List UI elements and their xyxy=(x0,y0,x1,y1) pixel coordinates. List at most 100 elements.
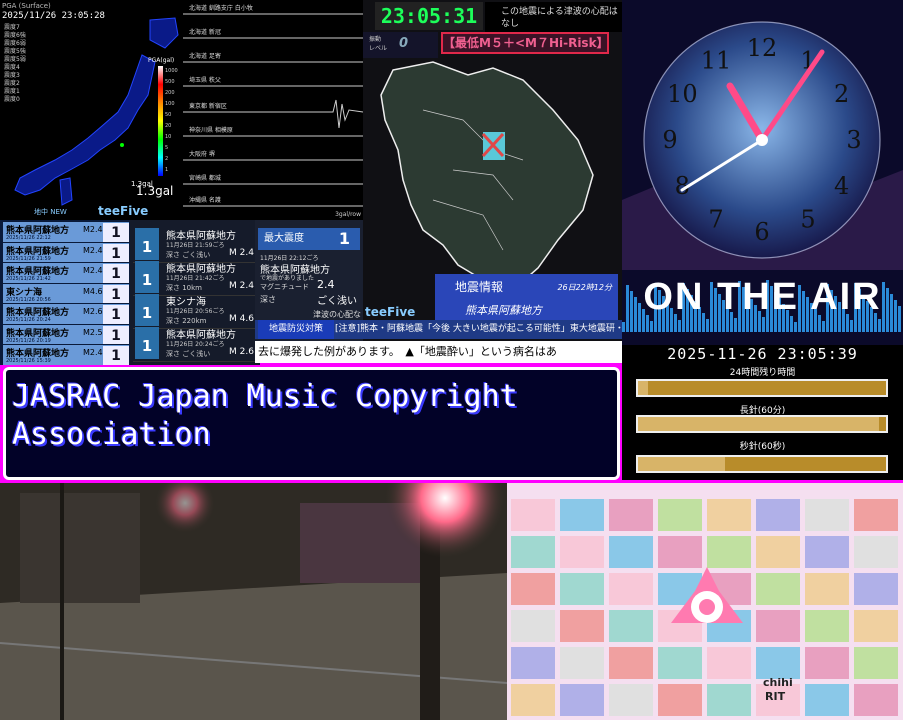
thumbnail-tile[interactable] xyxy=(805,499,849,531)
ticker-line-1: [注意]熊本・阿蘇地震「今後 大きい地震が起こる可能性」東大地震研・笠原教授 xyxy=(335,324,622,334)
equalizer-bar xyxy=(822,321,825,332)
station-label: 埼玉県 秩父 xyxy=(189,77,221,84)
progress-datetime: 2025-11-26 23:05:39 xyxy=(667,345,858,363)
detail-shindo: 1 xyxy=(135,327,159,359)
clock-numeral: 6 xyxy=(754,218,769,246)
max-shindo-sub: で地震がありました xyxy=(260,275,315,282)
earthquake-shindo: 1 xyxy=(103,284,129,305)
max-shindo-value: 1 xyxy=(338,229,350,248)
thumbnail-tile[interactable] xyxy=(756,573,800,605)
pga-scale-tick: 500 xyxy=(165,79,175,85)
kyushu-map-panel: 23:05:31 この地震による津波の心配はなし 振動 レベル 0 【最低M５＋… xyxy=(363,0,622,345)
earthquake-mag: M4.6 xyxy=(83,286,103,296)
thumbnail-tile[interactable] xyxy=(756,499,800,531)
on-air-label: ON THE AIR xyxy=(643,276,882,318)
thumbnail-tile[interactable] xyxy=(805,610,849,642)
thumbnail-tile[interactable] xyxy=(560,536,604,568)
thumbnail-tile[interactable] xyxy=(511,536,555,568)
clock-numeral: 7 xyxy=(708,206,723,234)
thumbnail-tile[interactable] xyxy=(609,647,653,679)
thumbnail-tile[interactable] xyxy=(609,499,653,531)
thumbnail-tile[interactable] xyxy=(609,610,653,642)
pga-map-panel: PGA (Surface) 2025/11/26 23:05:28 震度7 震度6… xyxy=(0,0,183,220)
earthquake-mag: M2.4 xyxy=(83,225,103,234)
thumbnail-tile[interactable] xyxy=(707,684,751,716)
thumbnail-tile[interactable] xyxy=(658,684,702,716)
thumbnail-tile[interactable] xyxy=(560,647,604,679)
thumbnail-tile[interactable] xyxy=(560,610,604,642)
max-shindo-header: 最大震度 1 xyxy=(258,228,360,250)
thumbnail-tile[interactable] xyxy=(560,499,604,531)
thumbnail-tile[interactable] xyxy=(511,610,555,642)
clock-numeral: 3 xyxy=(846,126,861,154)
thumbnail-tile[interactable] xyxy=(511,647,555,679)
progress-fill xyxy=(638,457,725,471)
thumbnail-tile[interactable] xyxy=(854,684,898,716)
clock-numeral: 4 xyxy=(834,172,849,200)
jasrac-line-1: JASRAC Japan Music Copyright xyxy=(12,379,518,414)
thumbnail-tile[interactable] xyxy=(805,684,849,716)
pga-scale-tick: 100 xyxy=(165,101,175,107)
earthquake-shindo: 1 xyxy=(103,243,129,264)
thumbnail-tile[interactable] xyxy=(609,684,653,716)
thumbnail-tile[interactable] xyxy=(609,536,653,568)
seismograph-footer: 3gal/row xyxy=(335,211,361,218)
thumbnail-tile[interactable] xyxy=(854,647,898,679)
station-label: 沖縄県 名護 xyxy=(189,197,221,204)
thumbnail-tile[interactable] xyxy=(511,684,555,716)
progress-fill xyxy=(638,417,879,431)
pga-scale-tick: 5 xyxy=(165,145,169,151)
info-title: 地震情報 xyxy=(455,280,504,294)
earthquake-mag: M2.5 xyxy=(83,327,103,337)
earthquake-date: 2025/11/26 20:56 xyxy=(6,296,51,303)
thumbnail-tile[interactable] xyxy=(511,499,555,531)
thumbnail-tile[interactable] xyxy=(805,573,849,605)
news-ticker-top: 地震防災対策 [注意]熊本・阿蘇地震「今後 大きい地震が起こる可能性」東大地震研… xyxy=(255,320,622,339)
progress-fill xyxy=(638,381,648,395)
detail-mag: M 2.6 xyxy=(229,347,254,357)
earthquake-list-row[interactable]: 熊本県阿蘇地方 2025/11/26 15:39 M2.4 1 xyxy=(2,344,130,365)
thumbnail-tile[interactable] xyxy=(511,573,555,605)
thumbnail-tile[interactable] xyxy=(609,573,653,605)
pga-scale-ticks: 1000 500 200 100 50 20 10 5 2 1 xyxy=(165,66,178,176)
progress-bar xyxy=(636,379,888,397)
detail-shindo: 1 xyxy=(135,294,159,326)
thumbnail-tile[interactable] xyxy=(756,536,800,568)
pga-value: 1.3gal xyxy=(136,184,174,198)
thumbnail-tile[interactable] xyxy=(756,610,800,642)
detail-time: 11月26日 21:59ごろ xyxy=(166,242,225,249)
pga-scale-tick: 1000 xyxy=(165,68,178,74)
street-scene xyxy=(0,483,507,720)
earthquake-shindo: 1 xyxy=(103,325,129,346)
thumbnail-tile[interactable] xyxy=(805,536,849,568)
equalizer-bar xyxy=(794,322,797,332)
clock-numeral: 5 xyxy=(800,206,815,234)
equalizer-bar xyxy=(706,319,709,332)
earthquake-detail-card[interactable]: 1 熊本県阿蘇地方 11月26日 20:24ごろ 深さ ごく浅い M 2.6 xyxy=(133,323,258,362)
thumbnail-tile[interactable] xyxy=(707,499,751,531)
earthquake-date: 2025/11/26 20:19 xyxy=(6,337,51,344)
thumbnail-tile[interactable] xyxy=(854,573,898,605)
thumbnail-tile[interactable] xyxy=(658,499,702,531)
earthquake-shindo: 1 xyxy=(103,346,129,365)
equalizer-bar xyxy=(650,321,653,332)
equalizer-bar xyxy=(878,319,881,332)
thumbnail-tile[interactable] xyxy=(560,684,604,716)
thumbnail-tile[interactable] xyxy=(658,647,702,679)
station-label: 北海道 新冠 xyxy=(189,29,221,36)
thumbnail-tile[interactable] xyxy=(756,647,800,679)
earthquake-date: 2025/11/26 20:24 xyxy=(6,317,51,323)
thumbnail-tile[interactable] xyxy=(854,610,898,642)
thumbnail-tile[interactable] xyxy=(805,647,849,679)
depth-label: 深さ xyxy=(260,295,276,304)
thumbnail-tile[interactable] xyxy=(854,499,898,531)
depth-value: ごく浅い xyxy=(317,296,357,307)
clock-numeral: 10 xyxy=(667,80,698,108)
earthquake-date: 2025/11/26 21:59 xyxy=(6,255,51,262)
thumbnail-tile[interactable] xyxy=(707,647,751,679)
pga-color-scale xyxy=(158,66,163,176)
station-label: 東京都 新宿区 xyxy=(189,103,227,110)
thumbnail-tile[interactable] xyxy=(854,536,898,568)
thumbnail-tile[interactable] xyxy=(560,573,604,605)
equalizer-bar xyxy=(734,318,737,332)
